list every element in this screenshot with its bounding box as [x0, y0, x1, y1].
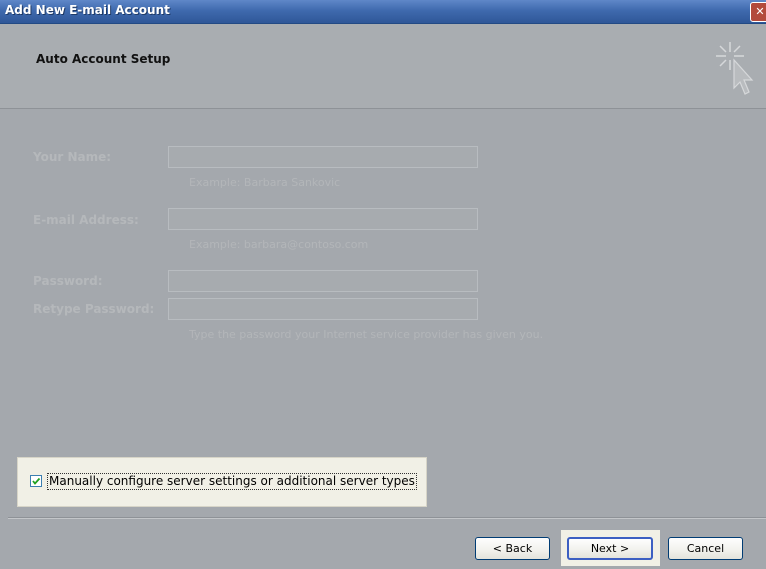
- manual-config-checkbox[interactable]: [30, 475, 42, 487]
- email-address-label: E-mail Address:: [33, 213, 139, 227]
- add-email-account-dialog: Add New E-mail Account ✕ Auto Account Se…: [0, 0, 766, 569]
- wizard-cursor-icon: [716, 42, 754, 95]
- cancel-button[interactable]: Cancel: [668, 537, 743, 560]
- back-button[interactable]: < Back: [475, 537, 550, 560]
- email-address-hint: Example: barbara@contoso.com: [189, 238, 369, 251]
- email-address-input[interactable]: [168, 208, 478, 230]
- manual-config-panel: Manually configure server settings or ad…: [17, 457, 427, 507]
- manual-config-label[interactable]: Manually configure server settings or ad…: [47, 473, 417, 490]
- wizard-header: [0, 24, 766, 109]
- header-divider: [0, 108, 766, 109]
- retype-password-label: Retype Password:: [33, 302, 155, 316]
- your-name-input[interactable]: [168, 146, 478, 168]
- window-title: Add New E-mail Account: [5, 3, 170, 17]
- checkmark-icon: [32, 477, 41, 485]
- title-bar[interactable]: Add New E-mail Account ✕: [0, 0, 766, 24]
- retype-password-input[interactable]: [168, 298, 478, 320]
- next-button[interactable]: Next >: [567, 537, 653, 560]
- password-label: Password:: [33, 274, 103, 288]
- footer-divider-light: [8, 518, 766, 519]
- close-icon[interactable]: ✕: [750, 2, 766, 22]
- your-name-label: Your Name:: [33, 150, 112, 164]
- password-hint: Type the password your Internet service …: [189, 328, 544, 341]
- password-input[interactable]: [168, 270, 478, 292]
- page-title: Auto Account Setup: [36, 52, 171, 66]
- your-name-hint: Example: Barbara Sankovic: [189, 176, 341, 189]
